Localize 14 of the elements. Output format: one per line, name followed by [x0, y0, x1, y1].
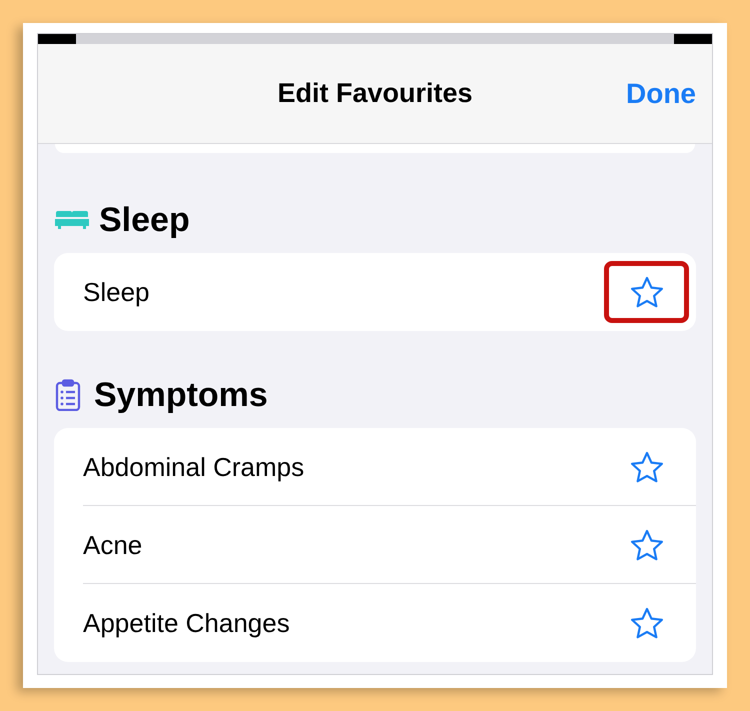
star-icon[interactable] [630, 276, 664, 308]
star-icon[interactable] [630, 528, 664, 562]
section-heading: Sleep [99, 200, 190, 240]
list-item-label: Acne [83, 528, 144, 562]
list-item-label: Abdominal Cramps [83, 450, 306, 484]
nav-title: Edit Favourites [277, 77, 473, 110]
list-item-label: Sleep [83, 276, 150, 308]
star-icon[interactable] [630, 606, 664, 640]
clipboard-list-icon [55, 379, 81, 411]
done-button[interactable]: Done [626, 72, 696, 114]
list-item-label: Appetite Changes [83, 606, 291, 640]
bed-icon [55, 210, 89, 230]
star-icon[interactable] [630, 450, 664, 484]
section-heading: Symptoms [94, 374, 268, 416]
